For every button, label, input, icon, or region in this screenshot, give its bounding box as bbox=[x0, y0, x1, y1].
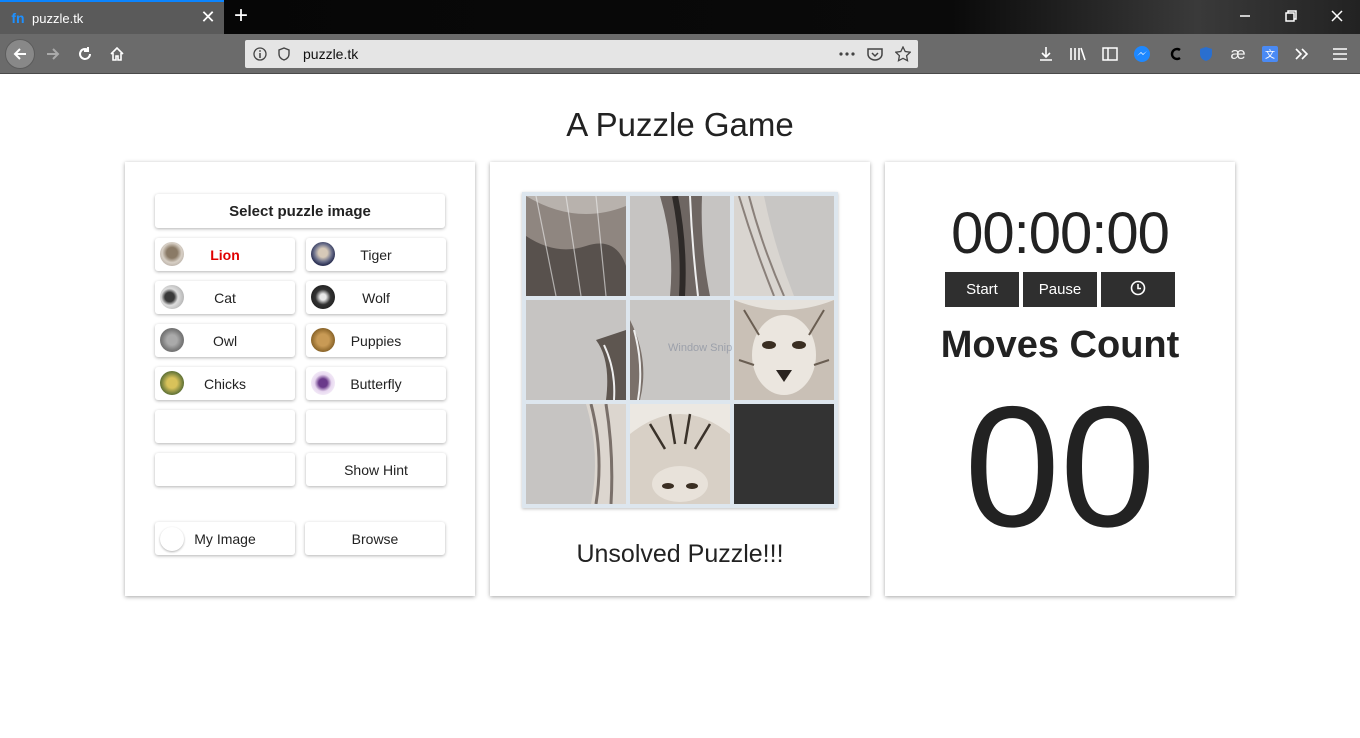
moves-title: Moves Count bbox=[940, 324, 1180, 366]
option-tiger-button[interactable]: Tiger bbox=[306, 238, 446, 271]
back-icon[interactable] bbox=[5, 39, 35, 69]
privacy-shield-icon[interactable] bbox=[1196, 44, 1216, 64]
option-butterfly-button[interactable]: Butterfly bbox=[306, 367, 446, 400]
puzzle-tile[interactable] bbox=[526, 196, 626, 296]
puzzle-tile[interactable] bbox=[526, 404, 626, 504]
close-window-icon[interactable] bbox=[1314, 4, 1360, 30]
puppies-thumb-icon bbox=[311, 328, 335, 352]
option-owl-button[interactable]: Owl bbox=[155, 324, 295, 357]
browser-titlebar: fn puzzle.tk ✕ + bbox=[0, 0, 1360, 34]
url-text: puzzle.tk bbox=[303, 46, 359, 62]
option-chicks-button[interactable]: Chicks bbox=[155, 367, 295, 400]
owl-thumb-icon bbox=[160, 328, 184, 352]
ae-extension-icon[interactable]: æ bbox=[1228, 44, 1248, 64]
puzzle-tile[interactable] bbox=[734, 196, 834, 296]
start-button[interactable]: Start bbox=[945, 272, 1019, 307]
option-label: My Image bbox=[194, 530, 256, 547]
option-label: Owl bbox=[212, 332, 238, 349]
browser-toolbar: puzzle.tk æ 文 bbox=[0, 34, 1360, 74]
stats-panel: 00:00:00 Start Pause Moves Count 00 bbox=[885, 162, 1235, 596]
empty-tile bbox=[734, 404, 834, 504]
puzzle-tile[interactable] bbox=[630, 196, 730, 296]
history-button[interactable] bbox=[1101, 272, 1175, 307]
svg-text:文: 文 bbox=[1265, 48, 1275, 61]
empty-option-button[interactable] bbox=[155, 410, 295, 443]
show-hint-button[interactable]: Show Hint bbox=[306, 453, 446, 486]
option-label: Tiger bbox=[360, 246, 392, 263]
messenger-icon[interactable] bbox=[1132, 44, 1152, 64]
butterfly-thumb-icon bbox=[311, 371, 335, 395]
extension-ring-icon[interactable] bbox=[1166, 44, 1186, 64]
option-lion-button[interactable]: Lion bbox=[155, 238, 295, 271]
page-title: A Puzzle Game bbox=[566, 106, 794, 143]
puzzle-tile[interactable] bbox=[630, 404, 730, 504]
option-label: Puppies bbox=[350, 332, 402, 349]
browser-tab[interactable]: fn puzzle.tk ✕ bbox=[0, 0, 224, 34]
select-image-header[interactable]: Select puzzle image bbox=[155, 194, 445, 228]
clock-icon bbox=[1130, 280, 1146, 300]
overflow-chevron-icon[interactable] bbox=[1292, 44, 1312, 64]
puzzle-status: Unsolved Puzzle!!! bbox=[576, 540, 784, 568]
option-wolf-button[interactable]: Wolf bbox=[306, 281, 446, 314]
page-actions-icon[interactable] bbox=[838, 44, 856, 64]
library-icon[interactable] bbox=[1068, 44, 1088, 64]
download-icon[interactable] bbox=[1036, 44, 1056, 64]
option-label: Lion bbox=[210, 246, 240, 263]
wolf-thumb-icon bbox=[311, 285, 335, 309]
watermark-text: Window Snip bbox=[668, 342, 733, 354]
hamburger-menu-icon[interactable] bbox=[1330, 44, 1350, 64]
image-selector-panel: Select puzzle image Lion Tiger Cat Wolf … bbox=[125, 162, 475, 596]
minimize-icon[interactable] bbox=[1222, 4, 1268, 30]
option-label: Butterfly bbox=[350, 375, 402, 392]
translate-icon[interactable]: 文 bbox=[1260, 44, 1280, 64]
cat-thumb-icon bbox=[160, 285, 184, 309]
bookmark-star-icon[interactable] bbox=[894, 44, 912, 64]
puzzle-tile[interactable] bbox=[526, 300, 626, 400]
my-image-button[interactable]: My Image bbox=[155, 522, 295, 555]
pocket-icon[interactable] bbox=[866, 44, 884, 64]
option-label: Wolf bbox=[362, 289, 390, 306]
chicks-thumb-icon bbox=[160, 371, 184, 395]
tab-title: puzzle.tk bbox=[32, 10, 84, 26]
restore-icon[interactable] bbox=[1268, 4, 1314, 30]
info-icon[interactable] bbox=[251, 45, 269, 63]
moves-count: 00 bbox=[964, 371, 1156, 563]
puzzle-panel: Window Snip Unsolved Puzzle!!! bbox=[490, 162, 870, 596]
puzzle-board: Window Snip bbox=[522, 192, 838, 508]
option-cat-button[interactable]: Cat bbox=[155, 281, 295, 314]
timer-display: 00:00:00 bbox=[951, 201, 1170, 266]
new-tab-icon[interactable]: + bbox=[230, 3, 252, 29]
empty-option-button[interactable] bbox=[306, 410, 446, 443]
forward-icon[interactable] bbox=[39, 40, 67, 68]
tiger-thumb-icon bbox=[311, 242, 335, 266]
reload-icon[interactable] bbox=[71, 40, 99, 68]
site-favicon: fn bbox=[11, 10, 25, 26]
close-tab-icon[interactable]: ✕ bbox=[200, 8, 216, 26]
pause-button[interactable]: Pause bbox=[1023, 272, 1097, 307]
shield-icon[interactable] bbox=[275, 45, 293, 63]
empty-option-button[interactable] bbox=[155, 453, 295, 486]
sidebar-icon[interactable] bbox=[1100, 44, 1120, 64]
address-bar[interactable]: puzzle.tk bbox=[245, 40, 918, 68]
browse-button[interactable]: Browse bbox=[305, 522, 445, 555]
my-image-thumb-icon bbox=[160, 527, 184, 551]
option-puppies-button[interactable]: Puppies bbox=[306, 324, 446, 357]
home-icon[interactable] bbox=[103, 40, 131, 68]
option-label: Cat bbox=[214, 289, 236, 306]
puzzle-tile[interactable] bbox=[734, 300, 834, 400]
lion-thumb-icon bbox=[160, 242, 184, 266]
option-label: Chicks bbox=[203, 375, 246, 392]
